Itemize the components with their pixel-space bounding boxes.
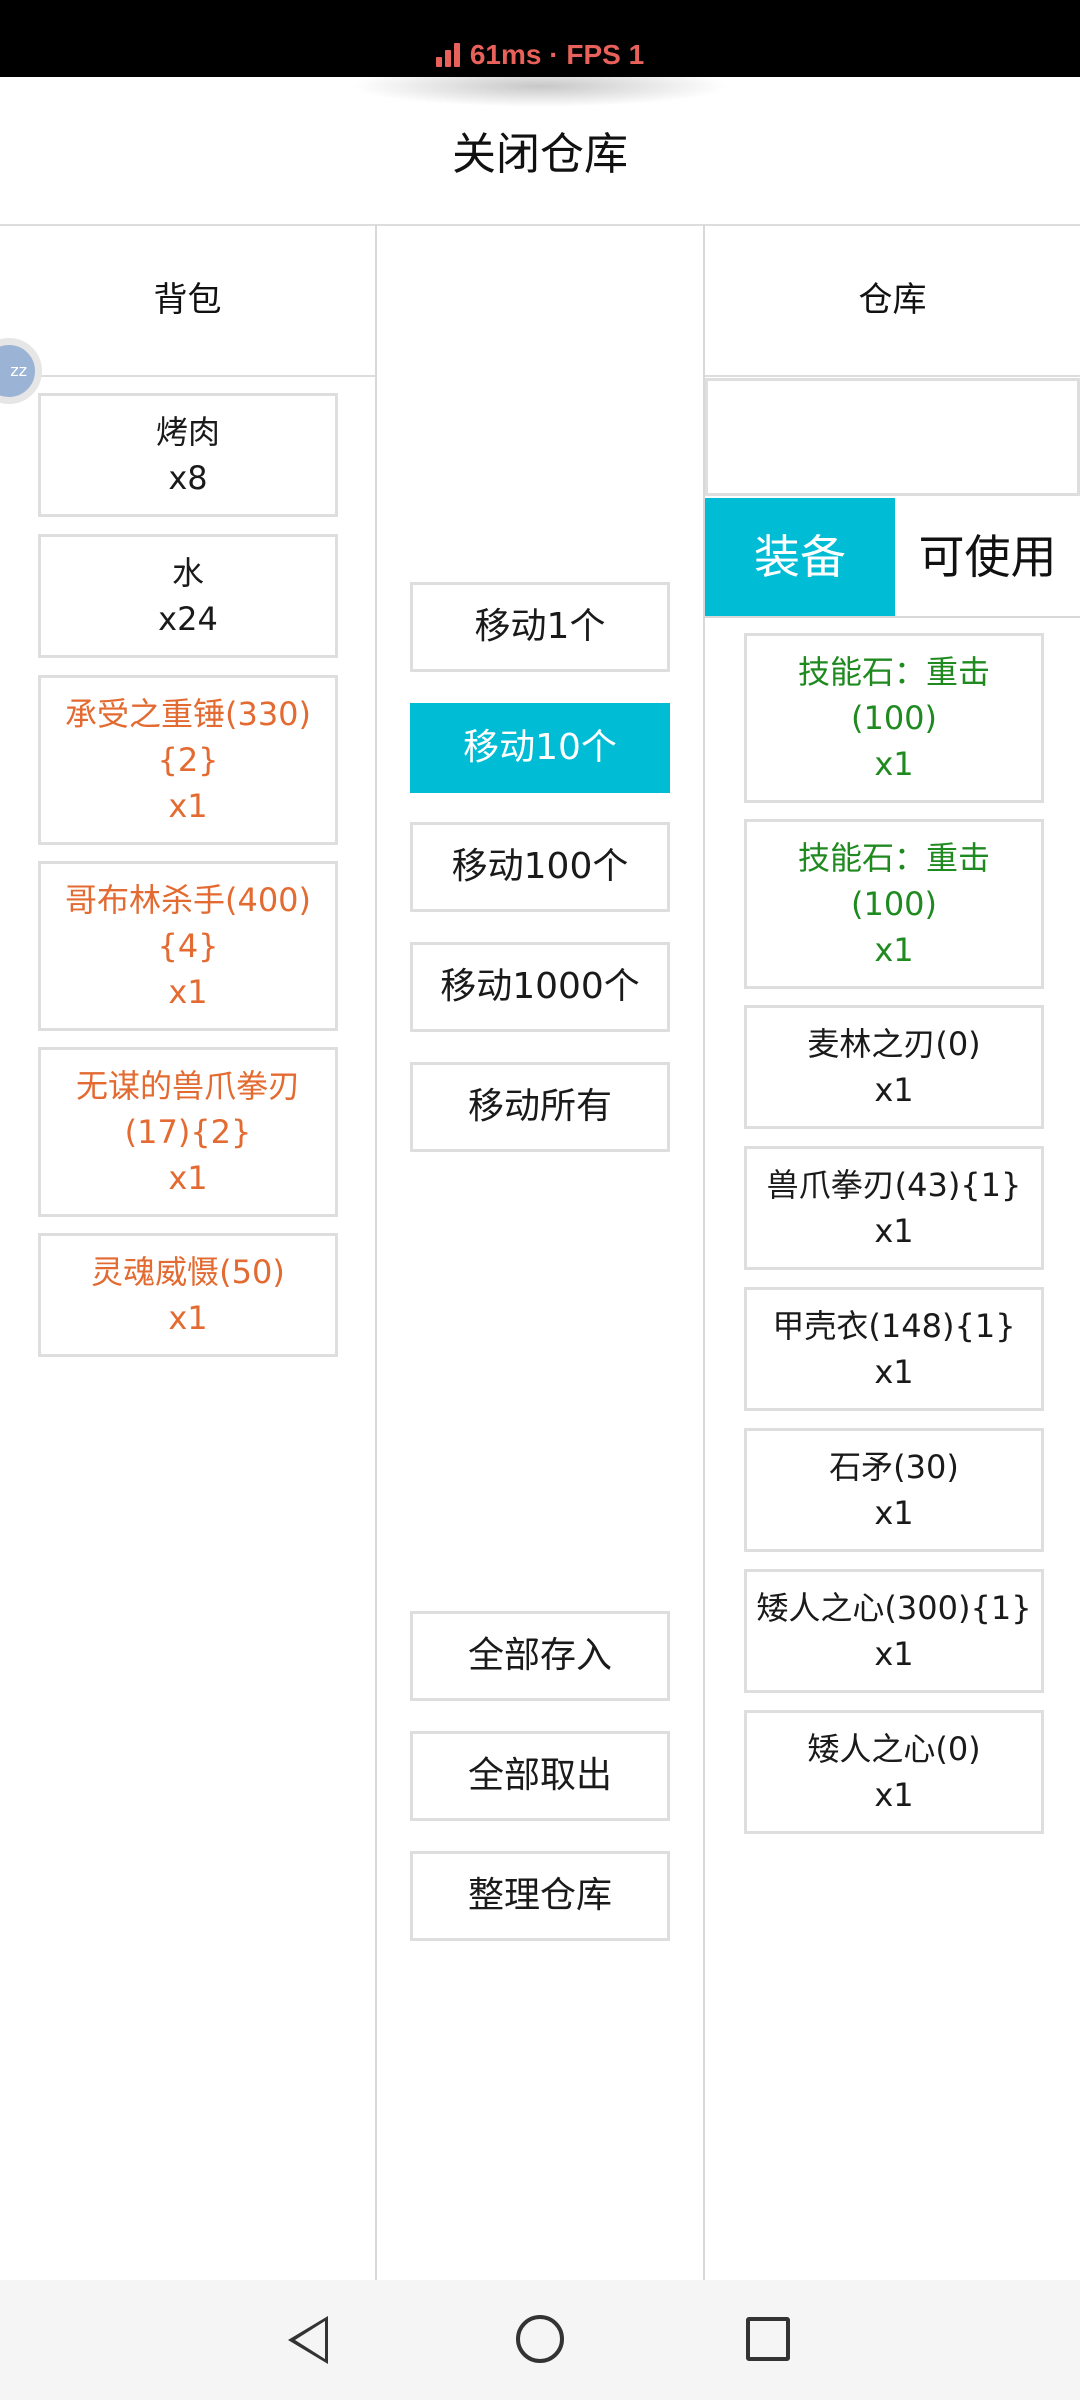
item-count: x1 <box>874 745 914 783</box>
backpack-title: 背包 <box>153 280 222 320</box>
backpack-item[interactable]: 无谋的兽爪拳刃 (17){2} x1 <box>38 1047 338 1217</box>
item-count: x8 <box>168 459 208 497</box>
item-name: 技能石：重击 <box>797 839 990 877</box>
item-count: x1 <box>168 787 208 825</box>
move-1000-button[interactable]: 移动1000个 <box>410 942 670 1032</box>
item-name-cont: (100) <box>850 699 938 737</box>
latency-text: 61ms · FPS 1 <box>469 39 645 70</box>
item-count: x1 <box>874 1635 914 1673</box>
item-name: 矮人之心(0) <box>807 1730 981 1768</box>
backpack-item[interactable]: 烤肉 x8 <box>38 393 338 517</box>
warehouse-title: 仓库 <box>858 280 927 320</box>
tab-divider <box>705 616 1080 618</box>
tab-usable[interactable]: 可使用 <box>895 498 1080 616</box>
item-name-cont: {2} <box>157 741 219 779</box>
move-10-button[interactable]: 移动10个 <box>410 703 670 793</box>
warehouse-item[interactable]: 技能石：重击 (100) x1 <box>744 819 1044 989</box>
item-count: x1 <box>168 1299 208 1337</box>
recent-apps-icon[interactable] <box>746 2317 790 2361</box>
item-name: 兽爪拳刃(43){1} <box>766 1166 1022 1204</box>
backpack-item[interactable]: 承受之重锤(330) {2} x1 <box>38 675 338 845</box>
warehouse-title-divider <box>705 375 1080 377</box>
item-count: x1 <box>874 1353 914 1391</box>
item-count: x1 <box>168 1159 208 1197</box>
app-root: 61ms · FPS 1 关闭仓库 背包 zz 烤肉 x8 水 x24 承受之重… <box>0 0 1080 2400</box>
item-name: 烤肉 <box>155 413 220 451</box>
signal-icon <box>435 43 462 67</box>
item-name: 石矛(30) <box>829 1448 959 1486</box>
header-divider <box>0 224 1080 226</box>
withdraw-all-button[interactable]: 全部取出 <box>410 1731 670 1821</box>
back-icon-inner <box>295 2321 325 2359</box>
item-name-cont: (100) <box>850 885 938 923</box>
warehouse-item[interactable]: 石矛(30) x1 <box>744 1428 1044 1552</box>
move-100-button[interactable]: 移动100个 <box>410 822 670 912</box>
status-shadow <box>350 77 730 107</box>
warehouse-item[interactable]: 技能石：重击 (100) x1 <box>744 633 1044 803</box>
tab-equipment[interactable]: 装备 <box>705 498 895 616</box>
item-count: x1 <box>168 973 208 1011</box>
status-bar: 61ms · FPS 1 <box>0 0 1080 77</box>
warehouse-item[interactable]: 麦林之刃(0) x1 <box>744 1005 1044 1129</box>
latency-indicator: 61ms · FPS 1 <box>0 33 1080 77</box>
item-count: x1 <box>874 1212 914 1250</box>
item-name: 无谋的兽爪拳刃 <box>75 1067 300 1105</box>
item-name: 甲壳衣(148){1} <box>772 1307 1016 1345</box>
item-name: 哥布林杀手(400) <box>64 881 312 919</box>
item-count: x24 <box>158 600 218 638</box>
backpack-title-divider <box>0 375 375 377</box>
warehouse-search-input[interactable] <box>705 378 1080 496</box>
item-name: 矮人之心(300){1} <box>756 1589 1032 1627</box>
warehouse-item[interactable]: 甲壳衣(148){1} x1 <box>744 1287 1044 1411</box>
item-name: 麦林之刃(0) <box>807 1025 981 1063</box>
sort-warehouse-button[interactable]: 整理仓库 <box>410 1851 670 1941</box>
close-warehouse-button[interactable]: 关闭仓库 <box>0 115 1080 195</box>
column-divider-left <box>375 226 377 2280</box>
item-name: 灵魂威慑(50) <box>91 1253 285 1291</box>
item-name: 水 <box>171 554 204 592</box>
move-1-button[interactable]: 移动1个 <box>410 582 670 672</box>
item-name: 技能石：重击 <box>797 653 990 691</box>
backpack-item[interactable]: 灵魂威慑(50) x1 <box>38 1233 338 1357</box>
warehouse-item[interactable]: 矮人之心(0) x1 <box>744 1710 1044 1834</box>
item-count: x1 <box>874 931 914 969</box>
item-count: x1 <box>874 1494 914 1532</box>
item-name-cont: {4} <box>157 927 219 965</box>
warehouse-item[interactable]: 兽爪拳刃(43){1} x1 <box>744 1146 1044 1270</box>
backpack-item[interactable]: 水 x24 <box>38 534 338 658</box>
move-all-button[interactable]: 移动所有 <box>410 1062 670 1152</box>
warehouse-item[interactable]: 矮人之心(300){1} x1 <box>744 1569 1044 1693</box>
item-name: 承受之重锤(330) <box>64 695 312 733</box>
item-count: x1 <box>874 1071 914 1109</box>
backpack-item[interactable]: 哥布林杀手(400) {4} x1 <box>38 861 338 1031</box>
deposit-all-button[interactable]: 全部存入 <box>410 1611 670 1701</box>
avatar[interactable]: zz <box>0 338 42 404</box>
home-icon[interactable] <box>516 2315 564 2363</box>
item-name-cont: (17){2} <box>124 1113 252 1151</box>
item-count: x1 <box>874 1776 914 1814</box>
